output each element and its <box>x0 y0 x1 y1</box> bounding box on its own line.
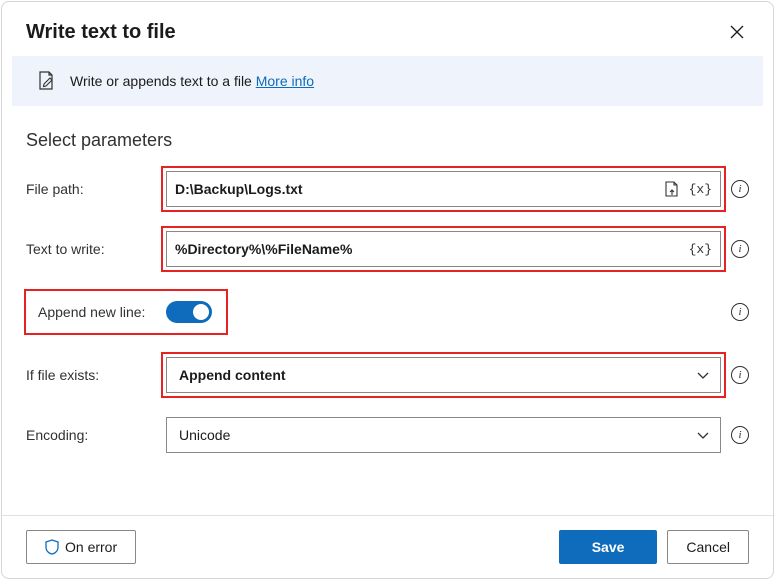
text-to-write-value: %Directory%\%FileName% <box>175 241 689 257</box>
dialog-body: Select parameters File path: D:\Backup\L… <box>2 106 773 515</box>
encoding-label: Encoding: <box>26 427 154 443</box>
text-to-write-input[interactable]: %Directory%\%FileName% {x} <box>166 231 721 267</box>
on-error-button[interactable]: On error <box>26 530 136 564</box>
append-new-line-toggle[interactable] <box>166 301 212 323</box>
file-path-label: File path: <box>26 181 154 197</box>
info-text: Write or appends text to a file <box>70 73 252 89</box>
encoding-value: Unicode <box>179 427 230 443</box>
encoding-select[interactable]: Unicode <box>166 417 721 453</box>
dialog-title: Write text to file <box>26 21 176 44</box>
toggle-knob <box>193 304 209 320</box>
on-error-label: On error <box>65 539 117 555</box>
info-icon[interactable]: i <box>731 303 749 321</box>
append-new-line-highlight: Append new line: <box>26 291 226 333</box>
cancel-label: Cancel <box>686 539 730 555</box>
info-icon[interactable]: i <box>731 426 749 444</box>
chevron-down-icon <box>696 368 710 382</box>
info-icon[interactable]: i <box>731 240 749 258</box>
file-path-value: D:\Backup\Logs.txt <box>175 181 663 197</box>
write-text-to-file-dialog: Write text to file Write or appends text… <box>1 1 774 579</box>
info-icon[interactable]: i <box>731 366 749 384</box>
if-file-exists-select[interactable]: Append content <box>166 357 721 393</box>
info-bar: Write or appends text to a file More inf… <box>12 56 763 106</box>
if-file-exists-value: Append content <box>179 367 286 383</box>
variable-icon[interactable]: {x} <box>689 182 712 197</box>
if-file-exists-label: If file exists: <box>26 367 154 383</box>
file-path-input[interactable]: D:\Backup\Logs.txt {x} <box>166 171 721 207</box>
close-icon <box>729 24 745 40</box>
file-edit-icon <box>36 70 58 92</box>
more-info-link[interactable]: More info <box>256 73 314 89</box>
dialog-footer: On error Save Cancel <box>2 515 773 578</box>
variable-icon[interactable]: {x} <box>689 242 712 257</box>
shield-icon <box>45 539 59 555</box>
file-select-icon[interactable] <box>663 180 681 198</box>
cancel-button[interactable]: Cancel <box>667 530 749 564</box>
section-title: Select parameters <box>26 130 749 151</box>
close-button[interactable] <box>725 20 749 44</box>
text-to-write-row: Text to write: %Directory%\%FileName% {x… <box>26 231 749 267</box>
append-new-line-label: Append new line: <box>26 304 166 320</box>
save-button[interactable]: Save <box>559 530 658 564</box>
save-label: Save <box>592 539 625 555</box>
chevron-down-icon <box>696 428 710 442</box>
text-to-write-label: Text to write: <box>26 241 154 257</box>
encoding-row: Encoding: Unicode i <box>26 417 749 453</box>
if-file-exists-row: If file exists: Append content i <box>26 357 749 393</box>
dialog-header: Write text to file <box>2 2 773 56</box>
file-path-row: File path: D:\Backup\Logs.txt {x} i <box>26 171 749 207</box>
append-new-line-row: Append new line: i <box>26 291 749 333</box>
info-icon[interactable]: i <box>731 180 749 198</box>
